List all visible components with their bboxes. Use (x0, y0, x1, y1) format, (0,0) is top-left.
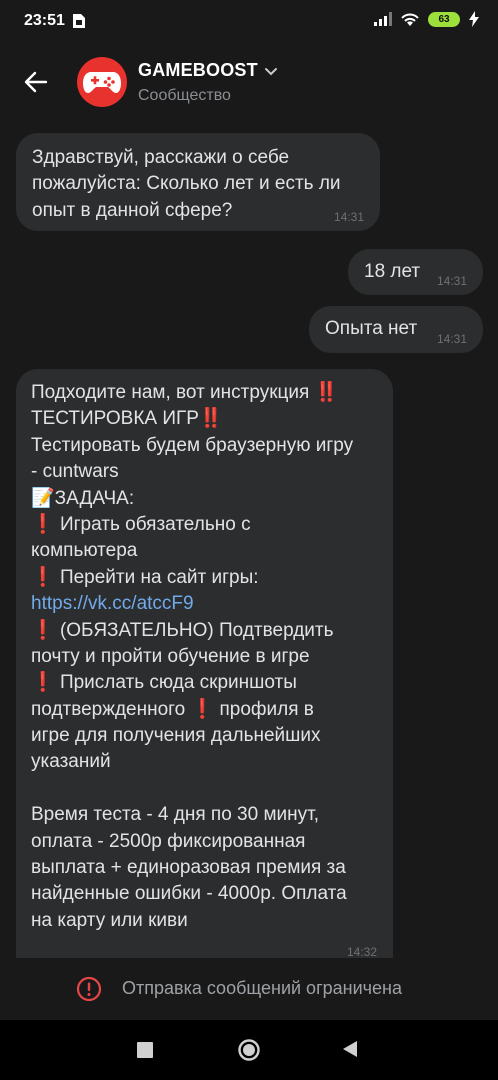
signal-icon (374, 12, 392, 26)
message-time: 14:31 (436, 332, 467, 346)
double-exclamation-icon: ‼️ (198, 408, 223, 430)
chat-header: GAMEBOOST Сообщество (0, 42, 498, 126)
message-text-line: Время теста - 4 дня по 30 минут, (31, 804, 320, 826)
chevron-down-icon (264, 67, 277, 75)
chat-title: GAMEBOOST (138, 60, 258, 80)
battery-icon: 63 (428, 11, 460, 27)
message-text-line: Прислать сюда скриншоты (59, 672, 297, 694)
chat-subtitle: Сообщество (138, 87, 231, 104)
message-text-line: подтвержденного (31, 698, 186, 720)
message-text-line: игре для получения дальнейших (31, 725, 321, 747)
message-text-line: ТЕСТИРОВКА ИГР (31, 408, 199, 430)
status-bar: 23:51 63 (0, 0, 498, 42)
message-text-line: выплата + единоразовая премия за (31, 857, 346, 879)
message-text-line: компьютера (31, 540, 138, 562)
system-navigation-bar (0, 1020, 498, 1080)
message-time: 14:32 (346, 945, 377, 959)
message-bubble-incoming[interactable]: Подходите нам, вот инструкция ‼️ ТЕСТИРО… (16, 369, 393, 964)
message-text-line: на карту или киви (31, 909, 188, 931)
exclamation-icon: ❗ (31, 672, 55, 694)
chat-title-block[interactable]: GAMEBOOST Сообщество (138, 60, 278, 105)
message-text-line: Играть обязательно с (59, 513, 251, 535)
message-bubble-incoming[interactable]: Здравствуй, расскажи о себе пожалуйста: … (16, 133, 380, 231)
alert-circle-icon (76, 976, 102, 1002)
message-time: 14:31 (436, 274, 467, 288)
message-text-line: пожалуйста: Сколько лет и есть ли (32, 173, 341, 195)
message-time: 14:31 (333, 210, 364, 224)
wifi-icon (401, 13, 419, 26)
message-text-line: (ОБЯЗАТЕЛЬНО) Подтвердить (59, 619, 334, 641)
exclamation-icon: ❗ (31, 513, 55, 535)
back-button[interactable] (18, 64, 54, 100)
exclamation-icon: ❗ (31, 566, 55, 588)
double-exclamation-icon: ‼️ (314, 382, 339, 403)
message-bubble-outgoing[interactable]: 18 лет 14:31 (348, 249, 483, 295)
message-text-line: ЗАДАЧА: (54, 487, 135, 509)
exclamation-icon: ❗ (31, 619, 55, 641)
exclamation-icon: ❗ (190, 698, 215, 720)
arrow-left-icon (24, 71, 48, 93)
messaging-restricted-text: Отправка сообщений ограничена (122, 978, 402, 998)
message-text-line: Тестировать будем браузерную игру (31, 434, 354, 456)
message-text-line: оплата - 2500р фиксированная (31, 830, 306, 852)
avatar[interactable] (77, 57, 127, 107)
recents-button[interactable] (137, 1042, 153, 1058)
message-text-line: опыт в данной сфере? (32, 199, 233, 221)
charging-icon (469, 11, 479, 27)
messaging-restricted-bar: Отправка сообщений ограничена (0, 958, 498, 1020)
message-text-line: Перейти на сайт игры: (59, 566, 259, 588)
message-text-line: найденные ошибки - 4000р. Оплата (31, 883, 347, 905)
sim-card-icon (73, 14, 85, 28)
status-time: 23:51 (24, 12, 65, 29)
gamepad-icon (83, 72, 121, 93)
memo-icon: 📝 (31, 487, 55, 509)
home-button[interactable] (237, 1038, 261, 1062)
message-text-line: указаний (31, 751, 111, 773)
message-text-line: Подходите нам, вот инструкция (31, 382, 310, 403)
message-text-line: профиля в (219, 698, 314, 720)
message-bubble-outgoing[interactable]: Опыта нет 14:31 (309, 306, 483, 353)
message-text-line: Здравствуй, расскажи о себе (32, 147, 290, 168)
message-text-line: почту и пройти обучение в игре (31, 645, 310, 667)
message-text-line: - cuntwars (31, 461, 119, 483)
message-link[interactable]: https://vk.cc/atccF9 (31, 593, 194, 614)
nav-back-button[interactable] (342, 1040, 358, 1058)
